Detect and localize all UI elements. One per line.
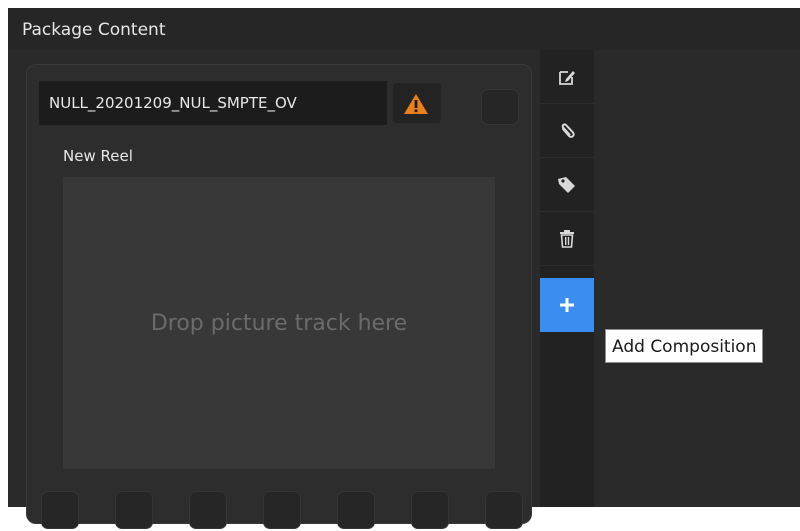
header-slot[interactable] <box>481 89 519 125</box>
add-composition-tooltip: Add Composition <box>605 329 764 363</box>
side-toolbar <box>540 50 594 507</box>
track-slots <box>41 491 523 531</box>
track-slot[interactable] <box>41 491 79 529</box>
composition-panel: NULL_20201209_NUL_SMPTE_OV New Reel Drop… <box>26 64 532 529</box>
package-content-window: Package Content NULL_20201209_NUL_SMPTE_… <box>8 8 800 529</box>
composition-name[interactable]: NULL_20201209_NUL_SMPTE_OV <box>39 81 387 125</box>
track-slot[interactable] <box>411 491 449 529</box>
warning-icon <box>404 94 428 114</box>
tag-icon <box>558 176 575 193</box>
reel-label: New Reel <box>63 147 133 165</box>
picture-track-drop-zone[interactable]: Drop picture track here <box>63 177 495 469</box>
track-slot[interactable] <box>337 491 375 529</box>
track-slot[interactable] <box>115 491 153 529</box>
delete-button[interactable] <box>540 212 594 266</box>
attach-button[interactable] <box>540 104 594 158</box>
track-slot[interactable] <box>263 491 301 529</box>
edit-button[interactable] <box>540 50 594 104</box>
drop-zone-placeholder: Drop picture track here <box>150 310 408 336</box>
tag-button[interactable] <box>540 158 594 212</box>
edit-icon <box>559 70 575 85</box>
window-title: Package Content <box>8 8 800 50</box>
trash-icon <box>560 229 574 248</box>
track-slot[interactable] <box>485 491 523 529</box>
add-composition-button[interactable] <box>540 278 594 332</box>
track-slot[interactable] <box>189 491 227 529</box>
composition-warning-button[interactable] <box>393 83 441 123</box>
plus-icon <box>560 298 574 312</box>
paperclip-icon <box>561 122 575 138</box>
